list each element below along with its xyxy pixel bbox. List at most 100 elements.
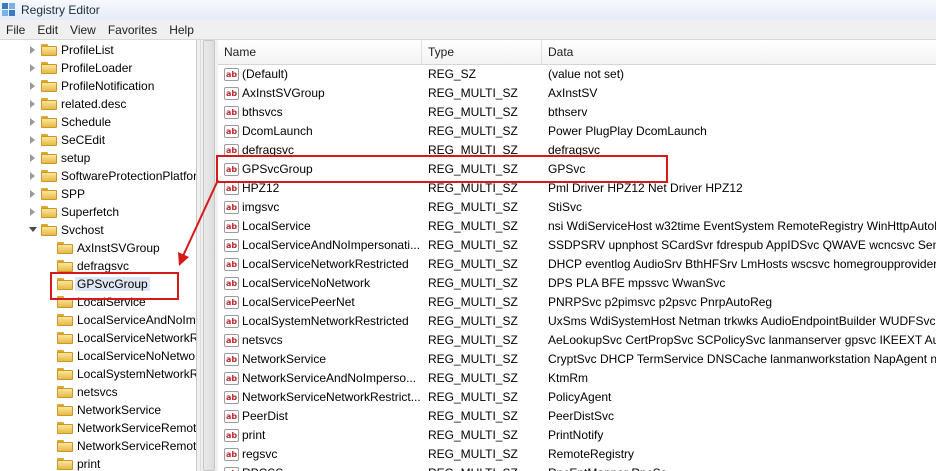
registry-editor-icon	[2, 3, 16, 17]
tree-item[interactable]: NetworkServiceRemot	[44, 437, 196, 455]
value-type: REG_MULTI_SZ	[428, 295, 518, 309]
tree-item[interactable]: netsvcs	[44, 383, 118, 401]
value-row[interactable]: ab LocalServiceAndNoImpersonati... REG_MUL…	[218, 236, 936, 255]
menu-view[interactable]: View	[64, 23, 102, 37]
tree-item[interactable]: AxInstSVGroup	[44, 239, 160, 257]
tree-item[interactable]: Schedule	[28, 113, 111, 131]
string-value-icon: ab	[224, 429, 239, 442]
folder-icon	[57, 404, 73, 416]
value-row[interactable]: ab netsvcs REG_MULTI_SZ AeLookupSvc CertPro…	[218, 331, 936, 350]
value-row[interactable]: ab imgsvc REG_MULTI_SZ StiSvc	[218, 198, 936, 217]
tree-item-label: ProfileList	[61, 43, 114, 57]
tree-scrollbar-thumb[interactable]	[203, 40, 215, 471]
value-name: (Default)	[242, 67, 289, 81]
value-row[interactable]: ab NetworkService REG_MULTI_SZ CryptSvc DHC…	[218, 350, 936, 369]
value-row[interactable]: ab LocalSystemNetworkRestricted REG_MULTI_…	[218, 312, 936, 331]
string-value-icon: ab	[224, 106, 239, 119]
folder-icon	[57, 368, 73, 380]
menu-file[interactable]: File	[0, 23, 31, 37]
value-type: REG_MULTI_SZ	[428, 352, 518, 366]
value-row[interactable]: ab bthsvcs REG_MULTI_SZ bthserv	[218, 103, 936, 122]
value-row[interactable]: ab NetworkServiceAndNoImperso... REG_MULTI…	[218, 369, 936, 388]
tree-item[interactable]: Svchost	[28, 221, 104, 239]
expand-arrow-icon[interactable]	[28, 41, 38, 59]
value-row[interactable]: ab AxInstSVGroup REG_MULTI_SZ AxInstSV	[218, 84, 936, 103]
tree-item[interactable]: print	[44, 455, 100, 471]
expand-arrow-icon[interactable]	[28, 77, 38, 95]
expand-arrow-icon[interactable]	[28, 149, 38, 167]
value-data: PNRPSvc p2pimsvc p2psvc PnrpAutoReg	[548, 295, 773, 309]
tree-item[interactable]: ProfileLoader	[28, 59, 132, 77]
menu-help[interactable]: Help	[163, 23, 200, 37]
expanded-arrow-icon[interactable]	[28, 221, 38, 239]
tree-item-label: LocalServiceNetworkR	[77, 331, 197, 345]
value-name: LocalServiceNoNetwork	[242, 276, 371, 290]
tree-item[interactable]: SoftwareProtectionPlatfor	[28, 167, 196, 185]
values-list-pane[interactable]: Name Type Data ab (Default) REG_SZ (value n…	[218, 40, 936, 471]
tree-item[interactable]: SPP	[28, 185, 85, 203]
menu-edit[interactable]: Edit	[31, 23, 64, 37]
expand-arrow-icon[interactable]	[28, 59, 38, 77]
value-row[interactable]: ab LocalServiceNetworkRestricted REG_MULTI…	[218, 255, 936, 274]
tree-item[interactable]: Superfetch	[28, 203, 119, 221]
value-name-cell: ab NetworkService	[224, 350, 422, 369]
expand-arrow-icon[interactable]	[28, 203, 38, 221]
tree-item[interactable]: SeCEdit	[28, 131, 105, 149]
tree-item[interactable]: LocalServiceNetworkR	[44, 329, 197, 347]
expand-arrow-icon	[44, 239, 54, 257]
column-header-name[interactable]: Name	[218, 40, 422, 64]
value-name-cell: ab NetworkServiceAndNoImperso...	[224, 369, 422, 388]
value-name: LocalServiceNetworkRestricted	[242, 257, 409, 271]
expand-arrow-icon[interactable]	[28, 113, 38, 131]
expand-arrow-icon[interactable]	[28, 167, 38, 185]
value-name: bthsvcs	[242, 105, 283, 119]
value-row[interactable]: abRPCSS REG_MULTI_SZ RpcEptMapper RpcSs	[218, 464, 936, 471]
tree-item[interactable]: ProfileNotification	[28, 77, 154, 95]
tree-item[interactable]: NetworkServiceRemot	[44, 419, 196, 437]
value-row[interactable]: ab LocalServicePeerNet REG_MULTI_SZ PNRPSvc…	[218, 293, 936, 312]
expand-arrow-icon	[44, 455, 54, 471]
value-name: LocalServiceAndNoImpersonati...	[242, 238, 421, 252]
value-name: AxInstSVGroup	[242, 86, 325, 100]
tree-item[interactable]: LocalSystemNetworkR	[44, 365, 196, 383]
expand-arrow-icon[interactable]	[28, 185, 38, 203]
gpsvcgroup-key-highlight-box	[50, 272, 179, 300]
value-row[interactable]: ab PeerDist REG_MULTI_SZ PeerDistSvc	[218, 407, 936, 426]
value-name-cell: ab LocalSystemNetworkRestricted	[224, 312, 422, 331]
folder-icon	[57, 422, 73, 434]
tree-item[interactable]: setup	[28, 149, 90, 167]
value-name-cell: abRPCSS	[224, 464, 422, 471]
value-row[interactable]: ab LocalServiceNoNetwork REG_MULTI_SZ DPS P…	[218, 274, 936, 293]
value-name-cell: ab bthsvcs	[224, 103, 422, 122]
tree-item-label: NetworkService	[77, 403, 162, 417]
tree-item[interactable]: NetworkService	[44, 401, 161, 419]
folder-icon	[41, 206, 57, 218]
value-name-cell: ab LocalServiceNoNetwork	[224, 274, 422, 293]
key-tree-pane[interactable]: ProfileList ProfileLoader ProfileNotificat…	[0, 40, 197, 471]
expand-arrow-icon[interactable]	[28, 131, 38, 149]
expand-arrow-icon[interactable]	[28, 95, 38, 113]
value-name: imgsvc	[242, 200, 280, 214]
value-row[interactable]: ab print REG_MULTI_SZ PrintNotify	[218, 426, 936, 445]
column-header-data[interactable]: Data	[542, 40, 936, 64]
value-row[interactable]: ab (Default) REG_SZ (value not set)	[218, 65, 936, 84]
tree-item-label: setup	[61, 151, 91, 165]
expand-arrow-icon	[44, 437, 54, 455]
tree-item[interactable]: ProfileList	[28, 41, 114, 59]
tree-item[interactable]: related.desc	[28, 95, 126, 113]
menu-favorites[interactable]: Favorites	[102, 23, 163, 37]
tree-item[interactable]: LocalServiceAndNoIm	[44, 311, 196, 329]
tree-item[interactable]: LocalServiceNoNetwo	[44, 347, 195, 365]
folder-icon	[41, 134, 57, 146]
tree-item-label: print	[77, 457, 101, 471]
tree-item-label: LocalServiceNoNetwo	[77, 349, 196, 363]
value-row[interactable]: ab NetworkServiceNetworkRestrict... REG_MU…	[218, 388, 936, 407]
tree-scrollbar[interactable]	[200, 40, 218, 471]
value-row[interactable]: ab DcomLaunch REG_MULTI_SZ Power PlugPlay D…	[218, 122, 936, 141]
column-header-type[interactable]: Type	[422, 40, 542, 64]
folder-icon	[41, 188, 57, 200]
value-name: DcomLaunch	[242, 124, 313, 138]
window-title: Registry Editor	[21, 3, 100, 17]
value-row[interactable]: ab regsvc REG_MULTI_SZ RemoteRegistry	[218, 445, 936, 464]
value-row[interactable]: ab LocalService REG_MULTI_SZ nsi WdiService…	[218, 217, 936, 236]
